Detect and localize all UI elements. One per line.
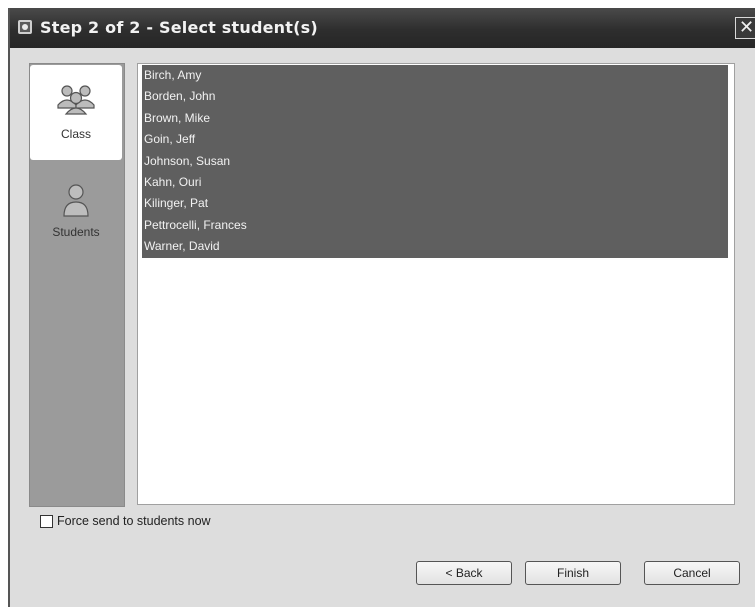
list-item[interactable]: Kahn, Ouri xyxy=(142,172,728,193)
list-item[interactable]: Birch, Amy xyxy=(142,65,728,86)
back-button[interactable]: < Back xyxy=(416,561,512,585)
finish-button[interactable]: Finish xyxy=(525,561,621,585)
force-send-label[interactable]: Force send to students now xyxy=(57,514,211,528)
title-bar[interactable]: Step 2 of 2 - Select student(s) ✕ xyxy=(10,8,755,48)
list-item[interactable]: Brown, Mike xyxy=(142,108,728,129)
force-send-checkbox[interactable] xyxy=(40,515,53,528)
student-list: Birch, Amy Borden, John Brown, Mike Goin… xyxy=(142,65,728,258)
close-icon: ✕ xyxy=(738,17,755,37)
list-item[interactable]: Warner, David xyxy=(142,236,728,257)
nav-item-students[interactable]: Students xyxy=(30,179,122,274)
dialog-title: Step 2 of 2 - Select student(s) xyxy=(40,18,318,37)
person-icon xyxy=(30,183,122,220)
list-item[interactable]: Johnson, Susan xyxy=(142,151,728,172)
nav-item-class-label: Class xyxy=(60,127,91,141)
selection-mode-nav: Class Students xyxy=(29,63,125,507)
list-item[interactable]: Pettrocelli, Frances xyxy=(142,215,728,236)
nav-item-class[interactable]: Class xyxy=(30,65,122,160)
list-item[interactable]: Borden, John xyxy=(142,86,728,107)
cancel-button[interactable]: Cancel xyxy=(644,561,740,585)
nav-item-students-label: Students xyxy=(52,225,100,239)
close-button[interactable]: ✕ xyxy=(735,17,755,39)
app-icon xyxy=(18,20,32,34)
student-list-panel[interactable]: Birch, Amy Borden, John Brown, Mike Goin… xyxy=(137,63,735,505)
group-icon xyxy=(30,83,122,118)
list-item[interactable]: Kilinger, Pat xyxy=(142,193,728,214)
list-item[interactable]: Goin, Jeff xyxy=(142,129,728,150)
